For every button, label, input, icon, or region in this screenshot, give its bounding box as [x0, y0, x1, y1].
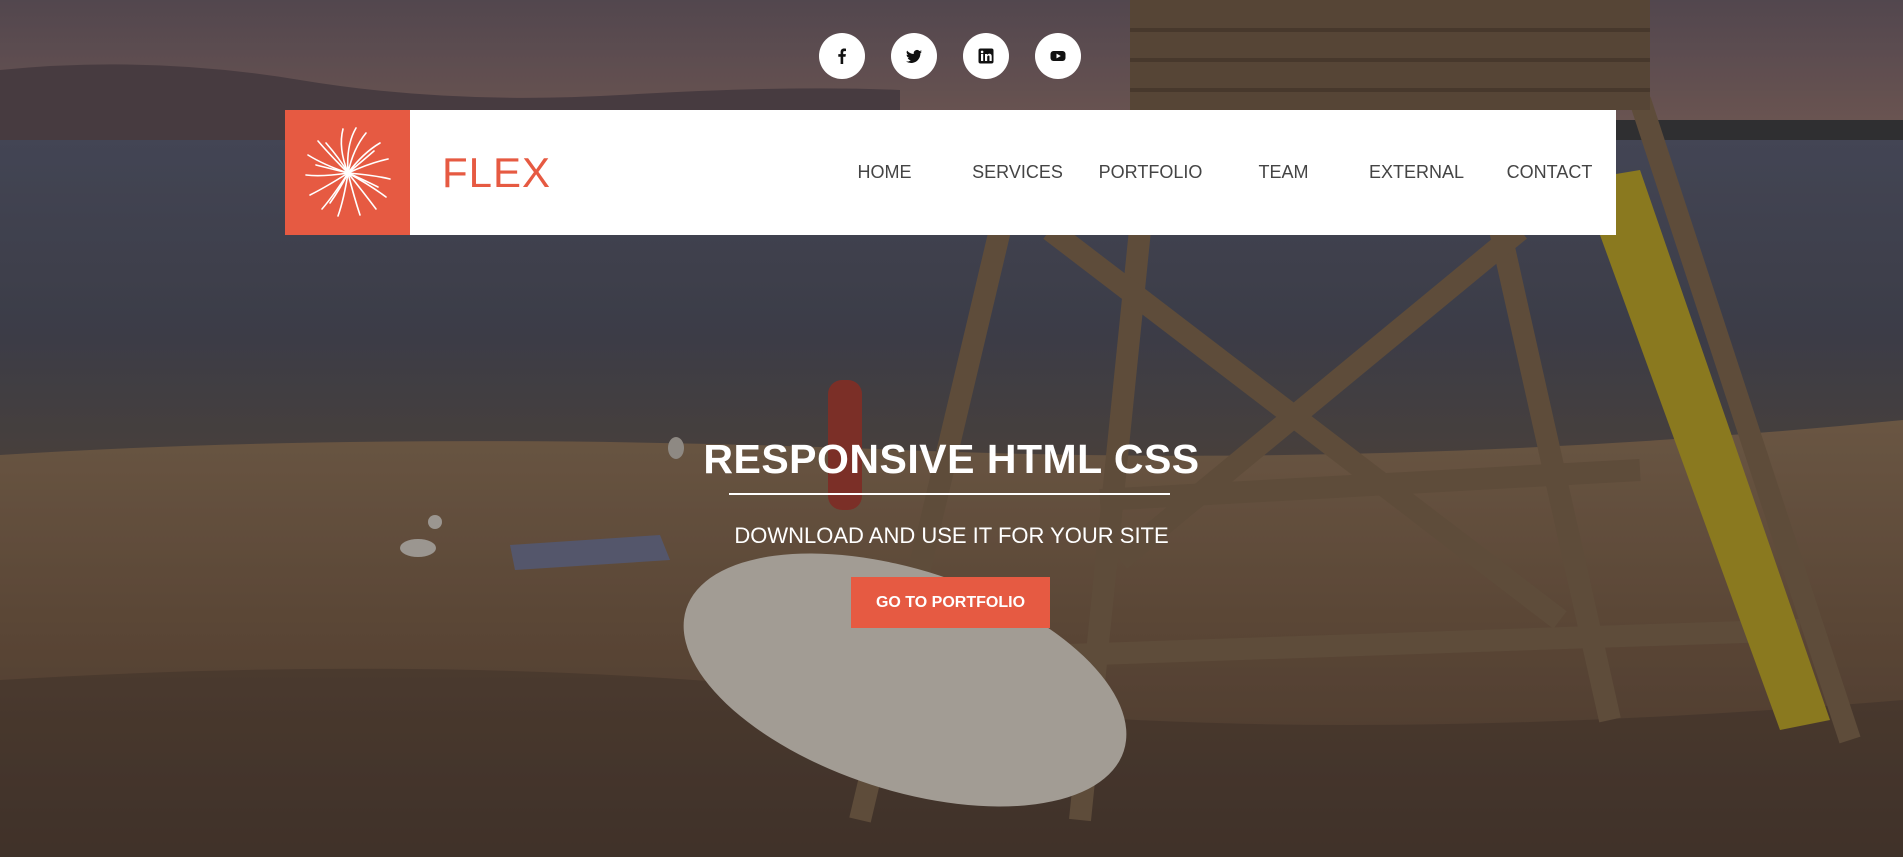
youtube-button[interactable] — [1034, 33, 1081, 79]
social-links — [0, 33, 1902, 79]
logo[interactable] — [285, 110, 410, 235]
nav-item-home[interactable]: HOME — [818, 162, 951, 183]
facebook-button[interactable] — [818, 33, 865, 79]
nav-item-contact[interactable]: CONTACT — [1483, 162, 1616, 183]
go-to-portfolio-button[interactable]: GO TO PORTFOLIO — [851, 577, 1050, 628]
linkedin-button[interactable] — [962, 33, 1009, 79]
nav-menu: HOME SERVICES PORTFOLIO TEAM EXTERNAL CO… — [818, 110, 1616, 235]
twitter-icon — [905, 49, 922, 63]
youtube-icon — [1050, 51, 1065, 61]
linkedin-icon — [978, 48, 993, 64]
nav-item-external[interactable]: EXTERNAL — [1350, 162, 1483, 183]
starburst-logo-icon — [304, 126, 391, 217]
hero-subtitle: DOWNLOAD AND USE IT FOR YOUR SITE — [734, 523, 1169, 548]
hero-title: RESPONSIVE HTML CSS — [703, 436, 1200, 482]
facebook-icon — [837, 48, 846, 64]
nav-item-services[interactable]: SERVICES — [951, 162, 1084, 183]
title-underline — [729, 493, 1170, 495]
nav-item-team[interactable]: TEAM — [1217, 162, 1350, 183]
navbar: FLEX HOME SERVICES PORTFOLIO TEAM EXTERN… — [285, 110, 1616, 235]
brand-name[interactable]: FLEX — [442, 149, 551, 197]
nav-item-portfolio[interactable]: PORTFOLIO — [1084, 162, 1217, 183]
twitter-button[interactable] — [890, 33, 937, 79]
